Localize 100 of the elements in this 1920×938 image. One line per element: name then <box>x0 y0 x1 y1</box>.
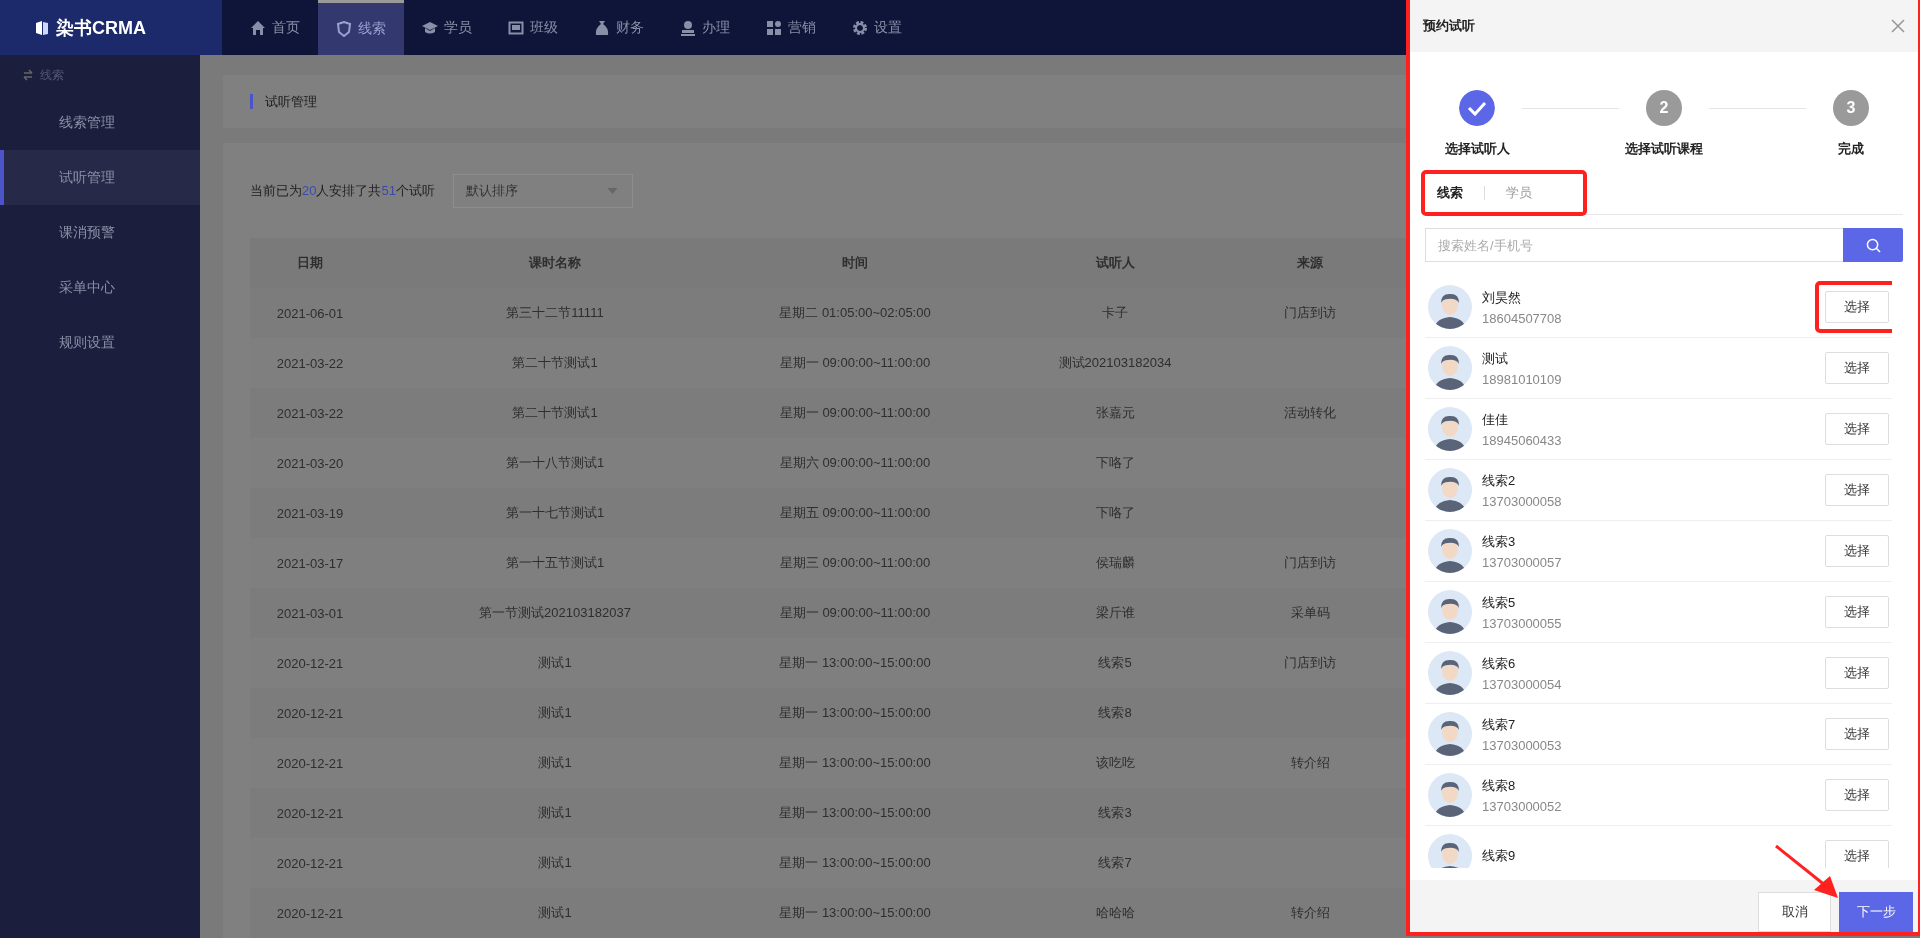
table-cell-text: 第二十节测试1 <box>511 404 599 422</box>
person-icon <box>680 19 696 36</box>
nav-tab[interactable]: 财务 <box>576 0 662 55</box>
nav-tab[interactable]: 首页 <box>232 0 318 55</box>
nav-tab[interactable]: 线索 <box>318 0 404 55</box>
table-cell-text: 第一十七节测试1 <box>504 504 606 522</box>
select-button[interactable]: 选择 <box>1825 718 1889 750</box>
table-cell-text: 转介绍 <box>1289 904 1331 922</box>
table-cell-text: 2021-03-19 <box>275 504 345 523</box>
table-cell-text: 2021-03-17 <box>275 554 345 573</box>
table-cell-text: 侯瑞麟 <box>1094 554 1136 572</box>
search-icon <box>1865 237 1881 253</box>
phone-number: 18945060433 <box>1482 432 1563 448</box>
avatar-icon <box>1428 407 1472 451</box>
step-label: 选择试听课程 <box>1625 140 1703 158</box>
step-label: 选择试听人 <box>1444 140 1510 158</box>
table-cell-text: 线索3 <box>1097 804 1133 822</box>
table-cell-text: 测试1 <box>537 654 573 672</box>
table-cell-text: 星期六 09:00:00~11:00:00 <box>778 454 932 472</box>
select-button[interactable]: 选择 <box>1825 779 1889 811</box>
logo[interactable]: 染书CRMA <box>0 0 222 55</box>
step-number: 2 <box>1646 90 1682 126</box>
settings-icon <box>852 19 868 36</box>
table-cell-text: 2021-03-22 <box>275 354 345 373</box>
table-cell-text: 下咯了 <box>1094 454 1136 472</box>
table-cell-text: 活动转化 <box>1283 404 1337 422</box>
table-cell-text: 2020-12-21 <box>275 854 345 873</box>
table-cell-text: 第三十二节11111 <box>505 304 605 322</box>
swap-icon <box>22 69 34 81</box>
person-name: 线索3 <box>1482 532 1517 551</box>
select-button[interactable]: 选择 <box>1825 596 1889 628</box>
person-name: 线索6 <box>1482 654 1517 673</box>
column-header: 试听人 <box>1094 254 1136 272</box>
avatar-icon <box>1428 346 1472 390</box>
select-button[interactable]: 选择 <box>1825 474 1889 506</box>
table-cell-text: 2020-12-21 <box>275 754 345 773</box>
sidebar-item[interactable]: 课消预警 <box>0 205 200 260</box>
select-button[interactable]: 选择 <box>1825 413 1889 445</box>
table-cell-text: 第一十八节测试1 <box>504 454 606 472</box>
person-name: 佳佳 <box>1482 410 1509 429</box>
next-button[interactable]: 下一步 <box>1839 892 1913 932</box>
column-header: 时间 <box>841 254 869 272</box>
logo-text: 染书CRMA <box>56 16 146 40</box>
table-cell-text: 测试1 <box>537 704 573 722</box>
money-bag-icon <box>594 19 610 36</box>
table-cell-text: 测试1 <box>537 804 573 822</box>
step-number: 3 <box>1833 90 1869 126</box>
summary-text: 当前已为20人安排了共51个试听 <box>250 181 435 200</box>
avatar-icon <box>1428 651 1472 695</box>
sidebar-item[interactable]: 规则设置 <box>0 315 200 370</box>
table-cell-text: 星期三 09:00:00~11:00:00 <box>778 554 932 572</box>
board-icon <box>508 19 524 36</box>
nav-tab[interactable]: 办理 <box>662 0 748 55</box>
table-cell-text: 门店到访 <box>1283 654 1337 672</box>
avatar-icon <box>1428 285 1472 329</box>
select-button[interactable]: 选择 <box>1825 291 1889 323</box>
tab[interactable]: 学员 <box>1498 172 1540 214</box>
select-button[interactable]: 选择 <box>1825 657 1889 689</box>
table-cell-text: 采单码 <box>1289 604 1331 622</box>
select-button[interactable]: 选择 <box>1825 535 1889 567</box>
nav-tab[interactable]: 学员 <box>404 0 490 55</box>
grid-icon <box>766 19 782 36</box>
avatar-icon <box>1428 712 1472 756</box>
person-name: 线索2 <box>1482 471 1517 490</box>
graduation-cap-icon <box>422 19 438 36</box>
person-name: 线索9 <box>1482 847 1517 865</box>
sidebar-item[interactable]: 试听管理 <box>0 150 200 205</box>
avatar-icon <box>1428 773 1472 817</box>
badge-icon <box>336 21 352 37</box>
sidebar-item[interactable]: 采单中心 <box>0 260 200 315</box>
nav-tab[interactable]: 班级 <box>490 0 576 55</box>
nav-tab[interactable]: 设置 <box>834 0 920 55</box>
caret-icon <box>606 187 618 194</box>
select-button[interactable]: 选择 <box>1825 352 1889 384</box>
phone-number: 13703000058 <box>1482 493 1563 509</box>
search-field[interactable]: 搜索姓名/手机号 <box>1425 228 1843 262</box>
cancel-button[interactable]: 取消 <box>1758 892 1831 932</box>
table-cell-text: 第一十五节测试1 <box>504 554 606 572</box>
search-button[interactable] <box>1843 228 1903 262</box>
table-cell-text: 第二十节测试1 <box>511 354 599 372</box>
select-button[interactable]: 选择 <box>1825 840 1889 868</box>
sidebar-item[interactable]: 线索管理 <box>0 95 200 150</box>
page-title: 试听管理 <box>250 94 317 109</box>
table-cell-text: 测试1 <box>537 904 573 922</box>
sort-select[interactable]: 默认排序 <box>452 173 633 208</box>
phone-number: 13703000055 <box>1482 615 1563 631</box>
table-cell-text: 2020-12-21 <box>275 704 345 723</box>
table-cell-text: 测试202103182034 <box>1057 354 1173 372</box>
table-cell-text: 星期五 09:00:00~11:00:00 <box>778 504 932 522</box>
tab[interactable]: 线索 <box>1429 172 1471 214</box>
avatar-icon <box>1428 529 1472 573</box>
nav-tab[interactable]: 营销 <box>748 0 834 55</box>
table-cell-text: 转介绍 <box>1289 754 1331 772</box>
table-cell-text: 线索5 <box>1097 654 1133 672</box>
person-name: 线索8 <box>1482 776 1517 795</box>
close-icon[interactable] <box>1891 19 1905 33</box>
sidebar-title: 线索 <box>40 66 64 84</box>
table-cell-text: 星期二 01:05:00~02:05:00 <box>778 304 932 322</box>
table-cell-text: 下咯了 <box>1094 504 1136 522</box>
phone-number: 18981010109 <box>1482 371 1563 387</box>
